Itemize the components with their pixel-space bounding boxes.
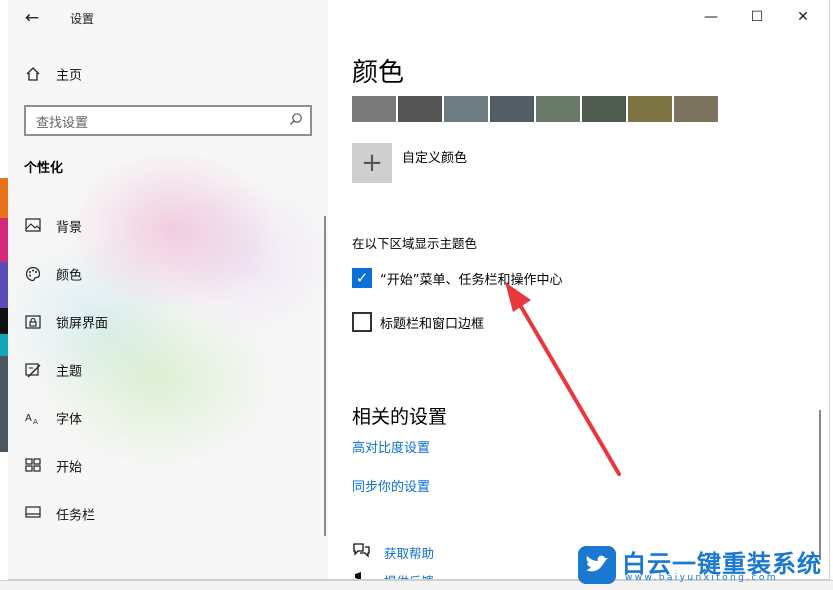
close-button[interactable]: ✕ xyxy=(780,0,826,34)
plus-icon: + xyxy=(361,148,383,178)
sidebar-item-home[interactable]: 主页 xyxy=(8,58,328,90)
feedback-link[interactable]: 提供反馈 xyxy=(352,570,552,579)
feedback-icon xyxy=(352,570,370,579)
title-bar: ← 设置 xyxy=(8,0,328,36)
search-icon xyxy=(288,112,304,128)
color-swatch[interactable] xyxy=(444,96,488,122)
checkmark-icon: ✓ xyxy=(355,269,369,287)
color-swatch[interactable] xyxy=(536,96,580,122)
sidebar-item-themes[interactable]: 主题 xyxy=(8,350,328,390)
sidebar-item-colors[interactable]: 颜色 xyxy=(8,254,328,294)
start-taskbar-checkbox-label[interactable]: “开始”菜单、任务栏和操作中心 xyxy=(380,269,562,288)
svg-text:A: A xyxy=(25,413,32,424)
custom-color-label[interactable]: 自定义颜色 xyxy=(402,147,467,166)
sidebar-item-background[interactable]: 背景 xyxy=(8,206,328,246)
titlebar-checkbox[interactable] xyxy=(352,312,372,332)
chat-bubble-icon xyxy=(352,542,370,560)
color-swatch[interactable] xyxy=(490,96,534,122)
minimize-button[interactable]: — xyxy=(688,0,734,34)
taskbar-icon xyxy=(24,506,42,522)
sidebar-item-fonts[interactable]: AA 字体 xyxy=(8,398,328,438)
feedback-label: 提供反馈 xyxy=(384,571,434,579)
back-button[interactable]: ← xyxy=(18,6,46,30)
sync-settings-link[interactable]: 同步你的设置 xyxy=(352,476,430,495)
lock-screen-icon xyxy=(24,314,42,330)
start-icon xyxy=(24,458,42,474)
window-title: 设置 xyxy=(70,12,95,26)
sidebar-item-label: 颜色 xyxy=(56,268,83,284)
sidebar-item-label: 主页 xyxy=(56,68,83,84)
desktop-background xyxy=(0,0,8,590)
page-title: 颜色 xyxy=(352,58,405,88)
section-title: 个性化 xyxy=(24,161,64,176)
svg-text:A: A xyxy=(33,418,38,426)
sidebar-item-taskbar[interactable]: 任务栏 xyxy=(8,494,328,534)
watermark-url: www.baiyunxitong.com xyxy=(625,573,778,583)
sidebar-item-label: 任务栏 xyxy=(56,508,96,524)
high-contrast-link[interactable]: 高对比度设置 xyxy=(352,437,430,456)
close-icon: ✕ xyxy=(797,9,809,25)
custom-color-button[interactable]: + xyxy=(352,143,392,183)
main-scrollbar[interactable] xyxy=(819,410,821,560)
sidebar-item-label: 字体 xyxy=(56,412,83,428)
color-swatch[interactable] xyxy=(352,96,396,122)
theme-icon xyxy=(24,362,42,378)
color-swatch[interactable] xyxy=(628,96,672,122)
related-settings-title: 相关的设置 xyxy=(352,406,448,428)
sidebar-item-label: 锁屏界面 xyxy=(56,316,109,332)
maximize-button[interactable]: ☐ xyxy=(734,0,780,34)
search-input[interactable]: 查找设置 xyxy=(24,105,312,136)
arrow-left-icon: ← xyxy=(24,8,40,28)
sidebar-item-label: 开始 xyxy=(56,460,83,476)
start-taskbar-checkbox[interactable]: ✓ xyxy=(352,268,372,288)
get-help-label: 获取帮助 xyxy=(384,546,435,561)
search-placeholder: 查找设置 xyxy=(36,116,89,131)
sidebar: ← 设置 主页 查找设置 个性化 背景 颜色 锁屏界面 主题 A A 字体 开始… xyxy=(8,0,328,579)
font-icon: AA xyxy=(24,410,42,426)
picture-icon xyxy=(24,218,42,234)
watermark: 白云一键重装系统 www.baiyunxitong.com xyxy=(578,544,828,588)
color-swatch[interactable] xyxy=(582,96,626,122)
color-swatch[interactable] xyxy=(674,96,718,122)
sidebar-item-label: 主题 xyxy=(56,364,83,380)
color-swatches xyxy=(352,96,718,122)
sidebar-item-label: 背景 xyxy=(56,220,83,236)
home-icon xyxy=(24,66,42,82)
color-swatch[interactable] xyxy=(398,96,442,122)
sidebar-scrollbar[interactable] xyxy=(324,216,326,536)
settings-window: ← 设置 主页 查找设置 个性化 背景 颜色 锁屏界面 主题 A A 字体 开始… xyxy=(8,0,830,580)
sidebar-item-start[interactable]: 开始 xyxy=(8,446,328,486)
get-help-link[interactable]: 获取帮助 xyxy=(352,542,552,562)
bird-logo-icon xyxy=(578,546,616,584)
accent-section-title: 在以下区域显示主题色 xyxy=(352,236,478,251)
sidebar-item-lock-screen[interactable]: 锁屏界面 xyxy=(8,302,328,342)
titlebar-checkbox-label[interactable]: 标题栏和窗口边框 xyxy=(380,313,484,332)
maximize-icon: ☐ xyxy=(750,9,764,25)
palette-icon xyxy=(24,266,42,282)
minimize-icon: — xyxy=(704,9,718,25)
